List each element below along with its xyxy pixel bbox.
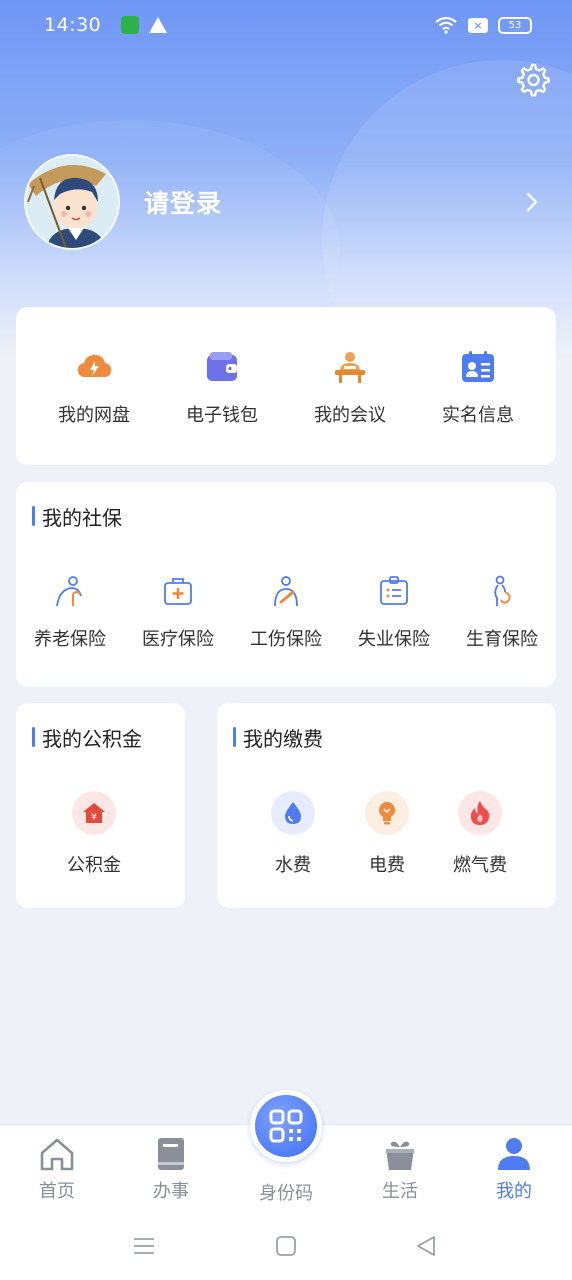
payment-label: 电费 [369,855,405,876]
tab-label: 首页 [39,1181,75,1202]
insurance-label: 养老保险 [34,629,106,650]
tab-label: 生活 [382,1181,418,1202]
chevron-right-icon[interactable] [522,190,542,214]
social-insurance-card: 我的社保 养老保险 医疗保险 工伤保险 失业保险 生育保险 [16,482,556,687]
quick-action-label: 我的会议 [314,405,386,426]
status-time: 14:30 [44,14,102,36]
bulb-icon [365,791,409,835]
quick-action-label: 实名信息 [442,405,514,426]
tab-label: 身份码 [259,1183,313,1204]
tab-label: 办事 [153,1181,189,1202]
insurance-label: 医疗保险 [142,629,214,650]
medical-kit-icon [164,578,192,605]
no-sim-icon: × [468,17,488,33]
elderly-icon [56,576,82,607]
electricity-fee-button[interactable]: 电费 [365,791,409,877]
login-prompt[interactable]: 请登录 [144,184,222,220]
pension-insurance-button[interactable]: 养老保险 [18,574,123,651]
menu-icon[interactable] [132,1234,156,1258]
flame-icon [458,791,502,835]
gas-fee-button[interactable]: 燃气费 [453,791,507,877]
my-cloud-disk-button[interactable]: 我的网盘 [39,349,149,465]
housing-fund-label: 公积金 [67,855,121,876]
tab-label: 我的 [496,1181,532,1202]
badge-icon [380,576,408,605]
section-title: 我的缴费 [233,723,323,752]
meeting-icon [335,352,365,383]
battery-icon: 53 [498,16,532,34]
my-meeting-button[interactable]: 我的会议 [295,349,405,465]
e-wallet-button[interactable]: 电子钱包 [167,349,277,465]
id-card-icon [462,351,494,382]
house-money-icon: ¥ [72,791,116,835]
system-nav-bar [0,1216,572,1280]
back-triangle-icon[interactable] [414,1234,438,1258]
pregnancy-icon [494,575,511,606]
water-drop-icon [271,791,315,835]
unemployment-insurance-button[interactable]: 失业保险 [342,574,447,651]
app-notification-icon [121,16,140,34]
avatar[interactable] [24,154,120,250]
payment-card: 我的缴费 水费 电费 燃气费 [217,703,556,908]
wallet-icon [207,352,237,381]
settings-gear-icon[interactable] [514,62,550,98]
avatar-illustration [26,156,118,248]
quick-action-label: 电子钱包 [186,405,258,426]
status-bar: 14:30 × 53 [0,0,572,50]
insurance-label: 生育保险 [466,629,538,650]
maternity-insurance-button[interactable]: 生育保险 [450,574,555,651]
login-row[interactable]: 请登录 [24,154,548,250]
qr-code-icon [269,1109,303,1143]
home-square-icon[interactable] [274,1234,298,1258]
tab-life[interactable]: 生活 [360,1135,440,1203]
tab-identity-code[interactable]: 身份码 [246,1175,326,1205]
svg-text:¥: ¥ [91,813,97,823]
section-title: 我的公积金 [32,723,142,752]
user-icon [498,1138,530,1170]
warning-icon [149,17,168,33]
home-icon [40,1138,74,1171]
tab-services[interactable]: 办事 [131,1135,211,1203]
gift-icon [386,1141,414,1170]
medical-insurance-button[interactable]: 医疗保险 [126,574,231,651]
injury-insurance-button[interactable]: 工伤保险 [234,574,339,651]
quick-action-label: 我的网盘 [58,405,130,426]
injury-icon [274,576,298,607]
housing-fund-button[interactable]: ¥ 公积金 [67,791,121,877]
insurance-label: 工伤保险 [250,629,322,650]
tab-home[interactable]: 首页 [17,1135,97,1203]
payment-label: 燃气费 [453,855,507,876]
water-fee-button[interactable]: 水费 [271,791,315,877]
tab-mine[interactable]: 我的 [474,1135,554,1203]
real-name-info-button[interactable]: 实名信息 [423,349,533,465]
payment-label: 水费 [275,855,311,876]
identity-qr-button[interactable] [250,1090,322,1162]
housing-fund-card: 我的公积金 ¥ 公积金 [16,703,185,908]
quick-actions-card: 我的网盘 电子钱包 我的会议 实名信息 [16,307,556,465]
book-icon [158,1138,184,1170]
section-title: 我的社保 [32,502,122,531]
cloud-icon [78,355,111,377]
wifi-icon [435,16,457,34]
insurance-label: 失业保险 [358,629,430,650]
